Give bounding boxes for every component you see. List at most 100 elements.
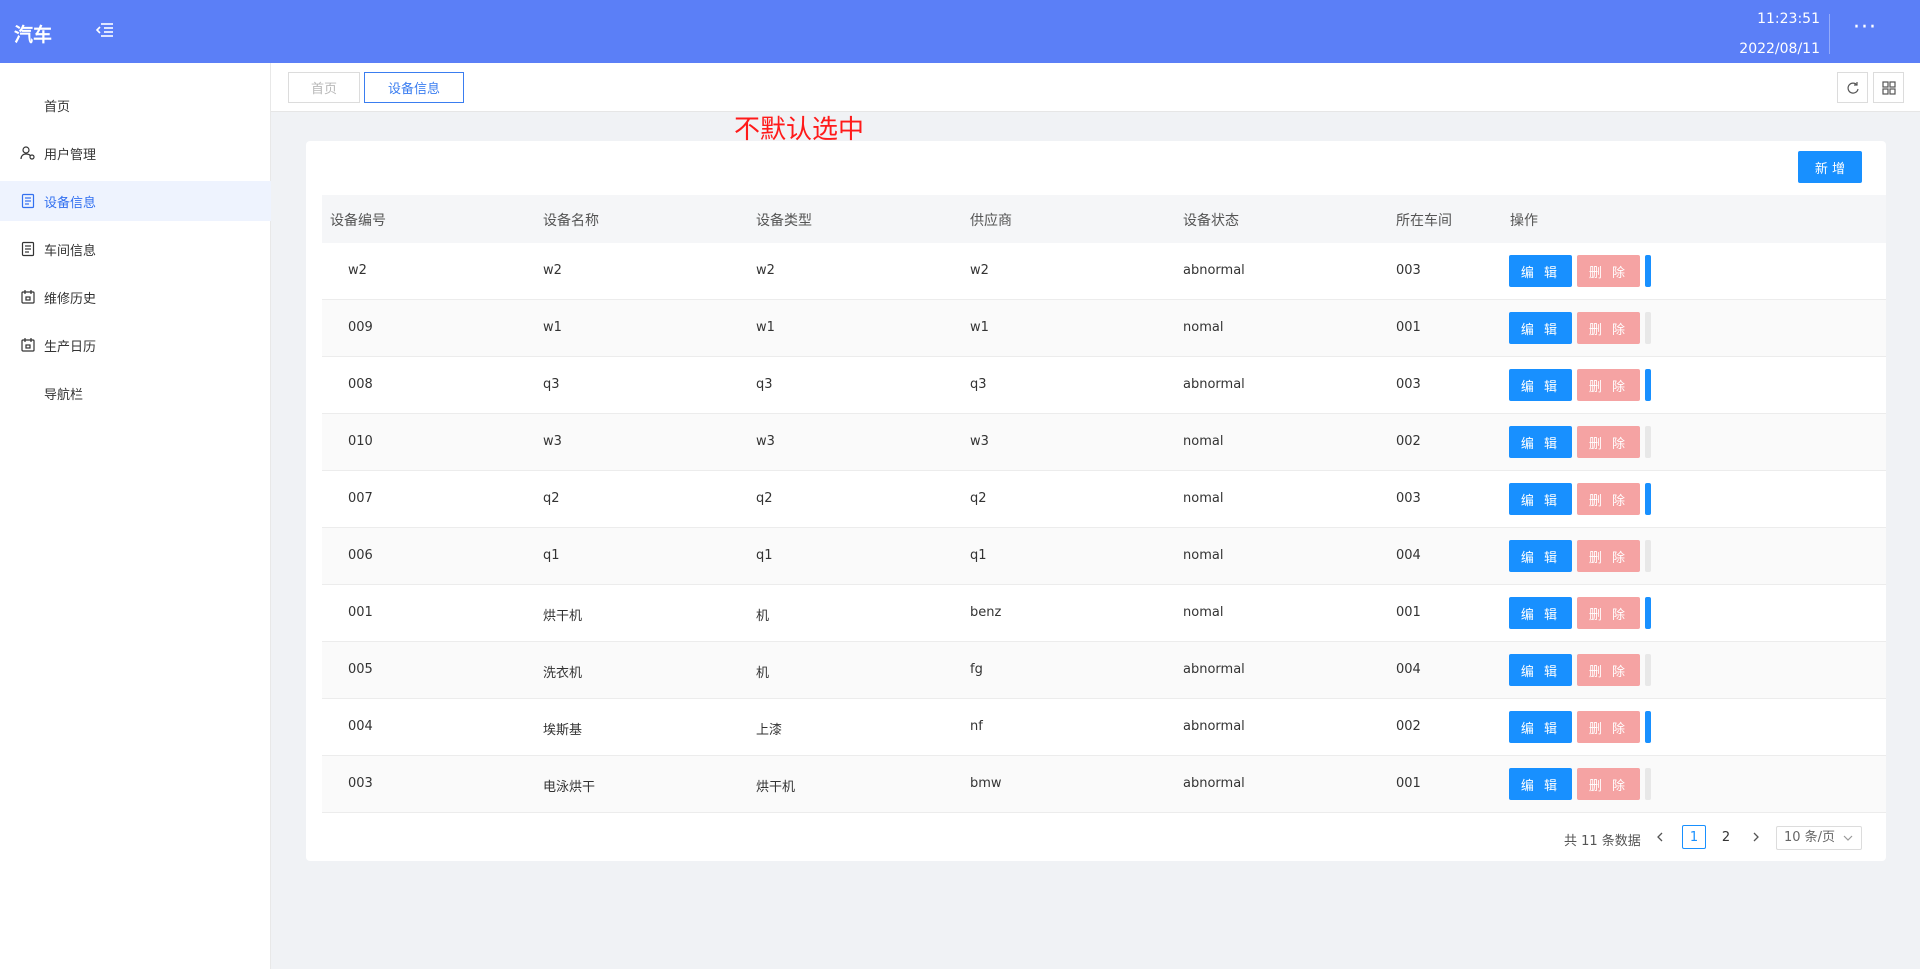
table-cell: q1 <box>970 548 987 563</box>
sidebar-item-repair-history[interactable]: 维修历史 <box>0 277 271 317</box>
menu-collapse-icon[interactable] <box>95 22 120 42</box>
sidebar-item-user-management[interactable]: 用户管理 <box>0 133 271 173</box>
delete-button[interactable]: 删 除 <box>1577 312 1640 344</box>
edit-button[interactable]: 编 辑 <box>1509 768 1572 800</box>
table-cell: 烘干机 <box>543 609 583 624</box>
edit-button[interactable]: 编 辑 <box>1509 654 1572 686</box>
delete-button[interactable]: 删 除 <box>1577 540 1640 572</box>
table-row: w2 w2 w2 w2 abnormal 003 编 辑删 除 <box>322 243 1886 300</box>
table-cell: abnormal <box>1183 776 1245 791</box>
more-action-button[interactable] <box>1645 312 1651 344</box>
column-header: 供应商 <box>970 213 1012 229</box>
more-action-button[interactable] <box>1645 483 1651 515</box>
edit-button[interactable]: 编 辑 <box>1509 540 1572 572</box>
more-action-button[interactable] <box>1645 654 1651 686</box>
add-button[interactable]: 新 增 <box>1798 151 1862 183</box>
table-cell: fg <box>970 662 983 677</box>
prev-page-icon[interactable] <box>1654 829 1670 849</box>
refresh-icon <box>1846 80 1860 99</box>
table-cell: nomal <box>1183 491 1224 506</box>
table-cell: w2 <box>543 263 562 278</box>
tab-home[interactable]: 首页 <box>288 72 360 103</box>
sidebar-item-production-calendar[interactable]: 生产日历 <box>0 325 271 365</box>
more-action-button[interactable] <box>1645 426 1651 458</box>
table-cell: 001 <box>1396 776 1421 791</box>
refresh-button[interactable] <box>1837 72 1868 103</box>
table-cell: 004 <box>348 719 373 734</box>
edit-button[interactable]: 编 辑 <box>1509 483 1572 515</box>
more-action-button[interactable] <box>1645 597 1651 629</box>
table-header: 设备编号 设备名称 设备类型 供应商 设备状态 所在车间 操作 <box>322 195 1886 243</box>
delete-button[interactable]: 删 除 <box>1577 654 1640 686</box>
pagination-total: 共 11 条数据 <box>1564 834 1641 849</box>
table-cell: w3 <box>756 434 775 449</box>
table-cell: benz <box>970 605 1002 620</box>
delete-button[interactable]: 删 除 <box>1577 597 1640 629</box>
table-cell: w3 <box>970 434 989 449</box>
layout-button[interactable] <box>1873 72 1904 103</box>
sidebar-item-navbar[interactable]: 导航栏 <box>0 373 271 413</box>
page-1[interactable]: 1 <box>1682 825 1706 849</box>
chevron-down-icon <box>1843 829 1853 855</box>
edit-button[interactable]: 编 辑 <box>1509 711 1572 743</box>
table-cell: 002 <box>1396 434 1421 449</box>
sidebar-item-label: 生产日历 <box>44 340 97 355</box>
table-cell: 001 <box>1396 320 1421 335</box>
more-action-button[interactable] <box>1645 711 1651 743</box>
table-cell: 002 <box>1396 719 1421 734</box>
delete-button[interactable]: 删 除 <box>1577 255 1640 287</box>
document-icon <box>20 241 36 257</box>
table-cell: w1 <box>543 320 562 335</box>
more-action-button[interactable] <box>1645 255 1651 287</box>
column-header: 设备名称 <box>543 213 599 229</box>
table-row: 007 q2 q2 q2 nomal 003 编 辑删 除 <box>322 471 1886 528</box>
table-cell: 001 <box>1396 605 1421 620</box>
content-card: 新 增 设备编号 设备名称 设备类型 供应商 设备状态 所在车间 操作 w2 w2… <box>306 141 1886 861</box>
edit-button[interactable]: 编 辑 <box>1509 255 1572 287</box>
sidebar-item-label: 车间信息 <box>44 244 97 259</box>
header-divider <box>1829 14 1830 54</box>
table-cell: w2 <box>348 263 367 278</box>
column-header: 所在车间 <box>1396 213 1452 229</box>
table-row: 010 w3 w3 w3 nomal 002 编 辑删 除 <box>322 414 1886 471</box>
tab-device-info[interactable]: 设备信息 <box>364 72 464 103</box>
table-row: 006 q1 q1 q1 nomal 004 编 辑删 除 <box>322 528 1886 585</box>
table-cell: w1 <box>970 320 989 335</box>
more-icon[interactable]: ··· <box>1850 17 1880 42</box>
table-row: 003 电泳烘干 烘干机 bmw abnormal 001 编 辑删 除 <box>322 756 1886 813</box>
delete-button[interactable]: 删 除 <box>1577 369 1640 401</box>
more-action-button[interactable] <box>1645 768 1651 800</box>
device-table: 设备编号 设备名称 设备类型 供应商 设备状态 所在车间 操作 w2 w2 w2 w2… <box>322 195 1886 813</box>
edit-button[interactable]: 编 辑 <box>1509 312 1572 344</box>
table-cell: q3 <box>970 377 987 392</box>
more-action-button[interactable] <box>1645 540 1651 572</box>
table-cell: w1 <box>756 320 775 335</box>
edit-button[interactable]: 编 辑 <box>1509 597 1572 629</box>
column-header: 操作 <box>1510 213 1538 229</box>
table-cell: 005 <box>348 662 373 677</box>
column-header: 设备编号 <box>330 213 386 229</box>
sidebar-item-label: 用户管理 <box>44 148 97 163</box>
table-row: 008 q3 q3 q3 abnormal 003 编 辑删 除 <box>322 357 1886 414</box>
table-cell: nomal <box>1183 434 1224 449</box>
table-cell: nomal <box>1183 605 1224 620</box>
sidebar-item-home[interactable]: 首页 <box>0 85 271 125</box>
delete-button[interactable]: 删 除 <box>1577 768 1640 800</box>
next-page-icon[interactable] <box>1750 829 1766 849</box>
edit-button[interactable]: 编 辑 <box>1509 426 1572 458</box>
sidebar-item-workshop-info[interactable]: 车间信息 <box>0 229 271 269</box>
table-cell: nomal <box>1183 548 1224 563</box>
sidebar: 首页 用户管理 设备信息 车间信息 维修历史 生产日历 导航栏 <box>0 63 271 969</box>
more-action-button[interactable] <box>1645 369 1651 401</box>
delete-button[interactable]: 删 除 <box>1577 426 1640 458</box>
delete-button[interactable]: 删 除 <box>1577 711 1640 743</box>
delete-button[interactable]: 删 除 <box>1577 483 1640 515</box>
table-cell: 埃斯基 <box>543 723 583 738</box>
edit-button[interactable]: 编 辑 <box>1509 369 1572 401</box>
table-cell: 006 <box>348 548 373 563</box>
grid-icon <box>1882 80 1896 99</box>
page-size-select[interactable]: 10 条/页 <box>1776 826 1862 850</box>
sidebar-item-device-info[interactable]: 设备信息 <box>0 181 271 221</box>
table-cell: w2 <box>756 263 775 278</box>
page-2[interactable]: 2 <box>1714 825 1738 849</box>
